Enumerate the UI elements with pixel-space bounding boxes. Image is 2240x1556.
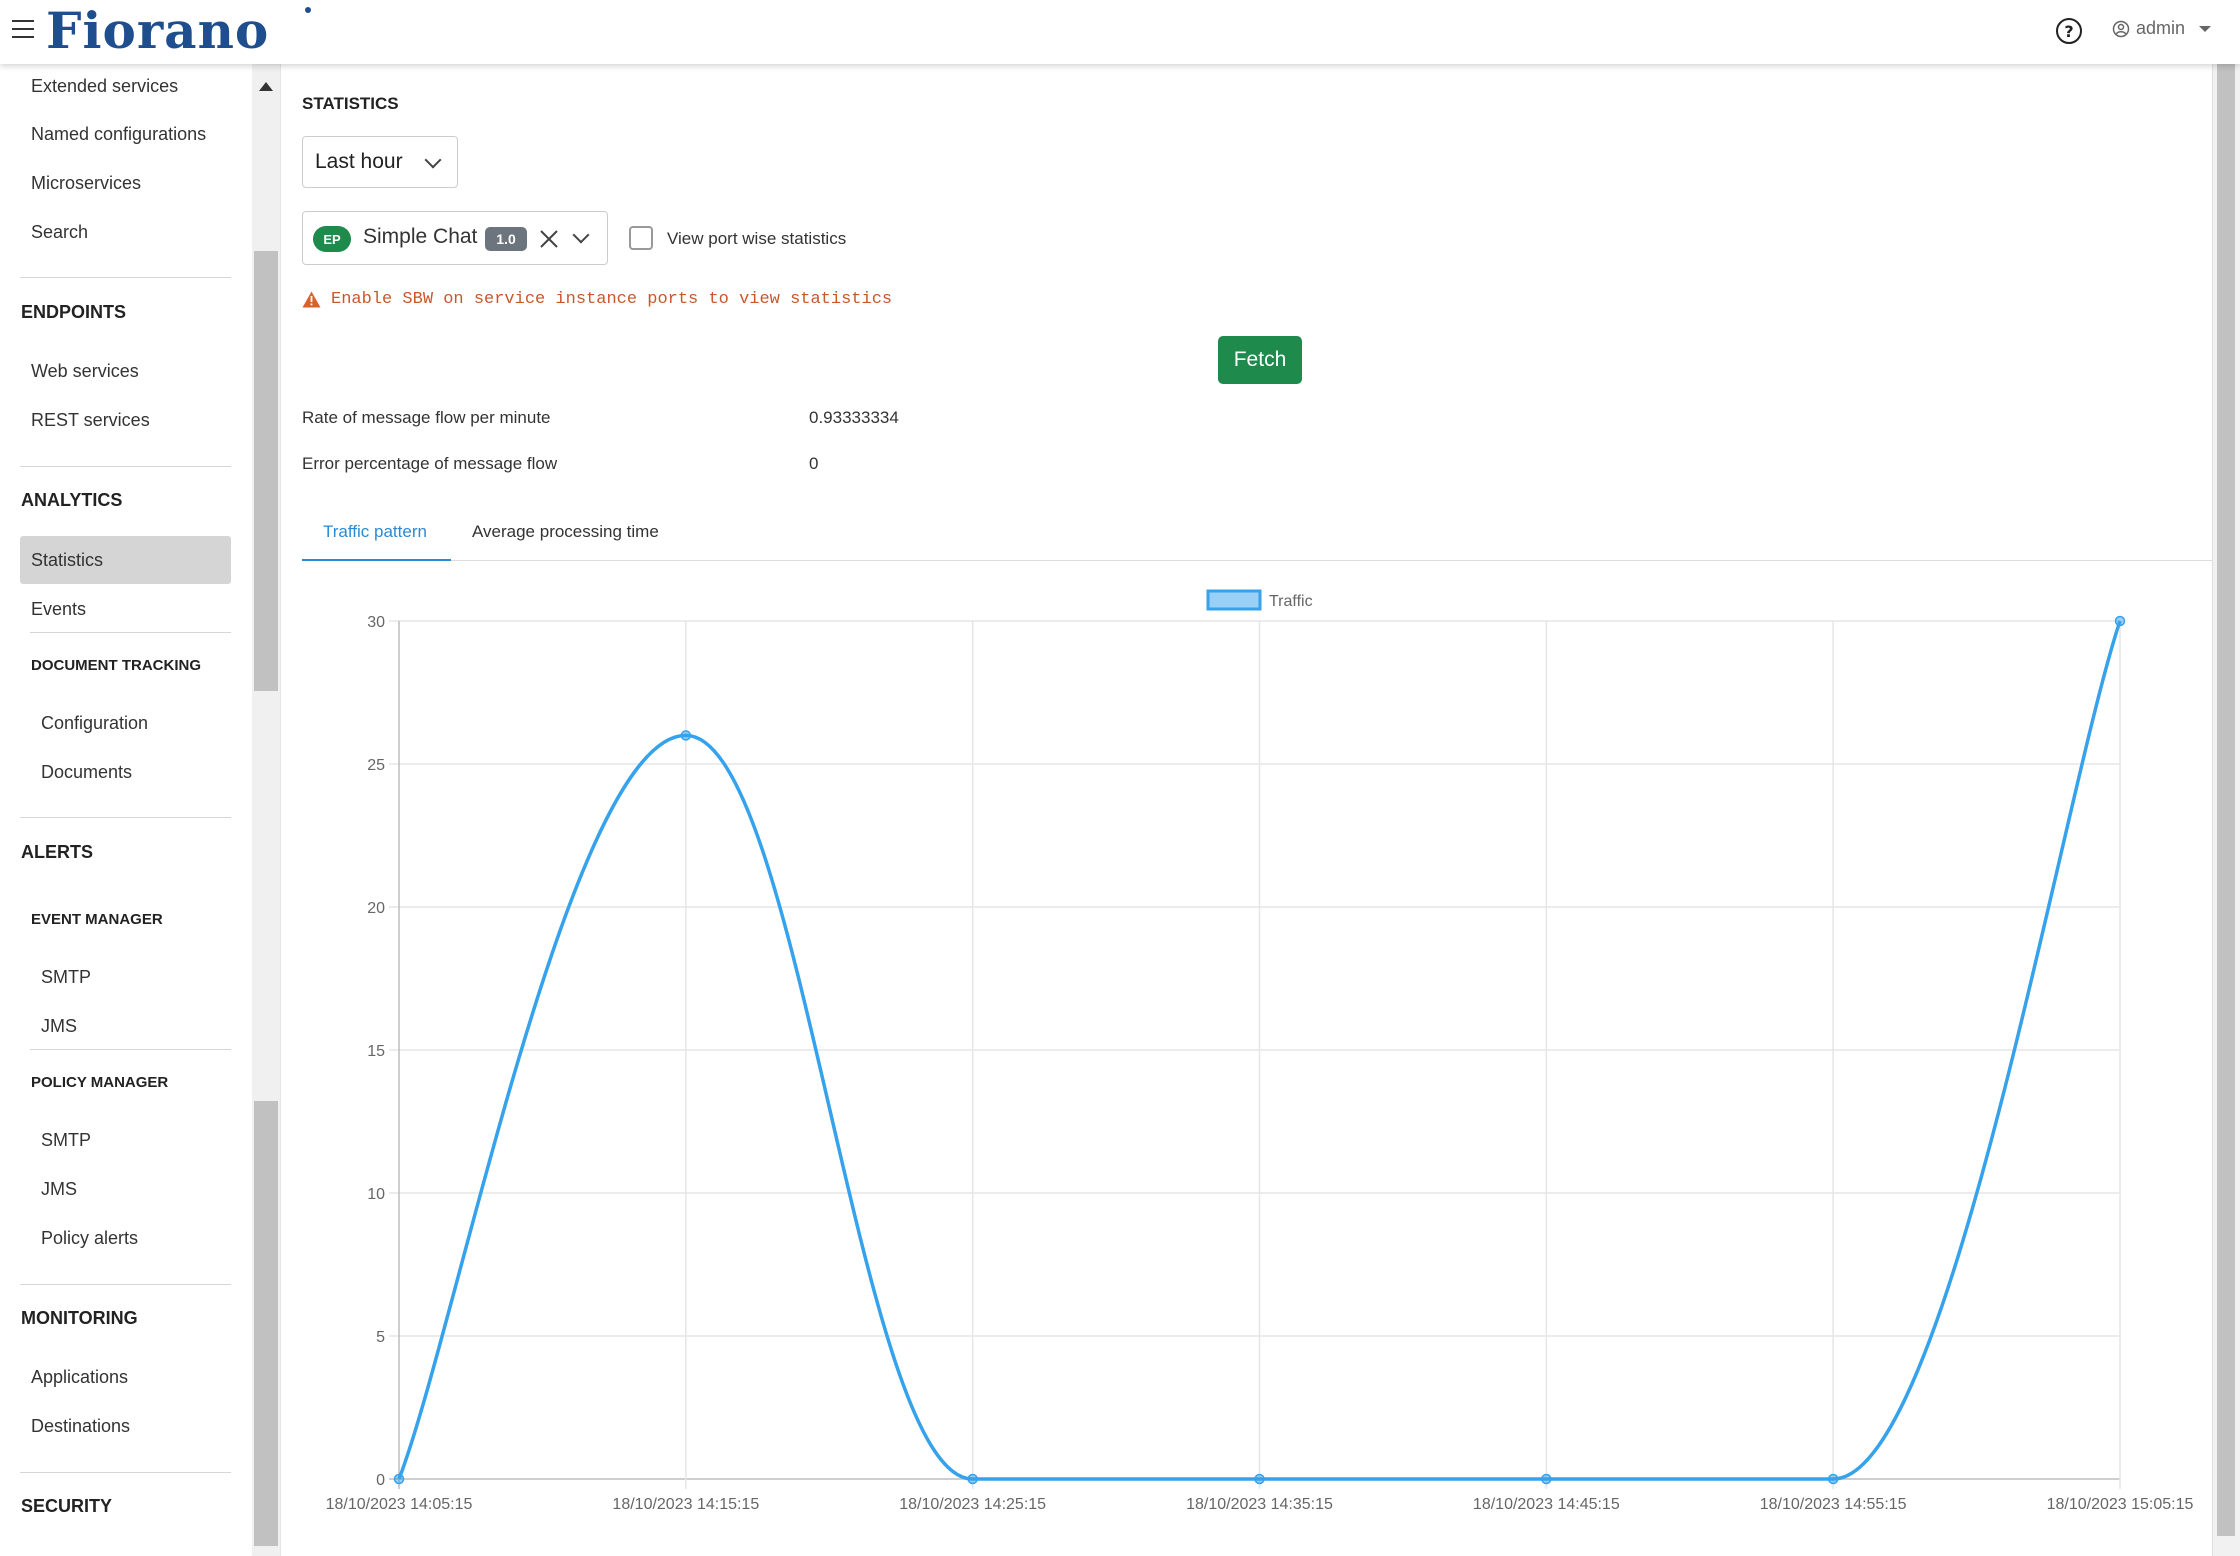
svg-text:Fiorano: Fiorano — [46, 2, 269, 58]
y-tick-label: 5 — [376, 1329, 385, 1346]
y-tick-label: 25 — [367, 757, 385, 774]
fiorano-logo: Fiorano — [46, 2, 311, 58]
page-scrollbar[interactable] — [2212, 0, 2240, 1556]
scrollbar-thumb[interactable] — [2217, 6, 2235, 1536]
user-menu[interactable]: admin — [2112, 18, 2212, 39]
data-point — [2114, 615, 2126, 627]
user-name: admin — [2136, 18, 2186, 38]
x-tick-label: 18/10/2023 14:05:15 — [326, 1496, 473, 1513]
legend-label: Traffic — [1269, 593, 1313, 610]
data-point — [393, 1473, 405, 1485]
data-point — [1827, 1473, 1839, 1485]
x-tick-label: 18/10/2023 14:35:15 — [1186, 1496, 1333, 1513]
x-tick-label: 18/10/2023 14:45:15 — [1473, 1496, 1620, 1513]
x-tick-label: 18/10/2023 15:05:15 — [2047, 1496, 2194, 1513]
y-tick-label: 0 — [376, 1472, 385, 1489]
y-tick-label: 10 — [367, 1186, 385, 1203]
x-tick-label: 18/10/2023 14:15:15 — [612, 1496, 759, 1513]
top-bar: Fiorano ? admin — [0, 0, 2240, 64]
svg-text:?: ? — [2064, 22, 2073, 41]
legend-swatch — [1206, 589, 1262, 611]
data-point — [967, 1473, 978, 1485]
user-icon — [2112, 20, 2130, 37]
x-tick-label: 18/10/2023 14:25:15 — [899, 1496, 1046, 1513]
x-tick-label: 18/10/2023 14:55:15 — [1760, 1496, 1907, 1513]
data-point — [1254, 1473, 1265, 1485]
y-tick-label: 15 — [367, 1043, 385, 1060]
y-tick-label: 30 — [367, 614, 385, 631]
data-point — [1541, 1473, 1552, 1485]
caret-down-icon — [2199, 25, 2212, 32]
traffic-chart: 0 5 10 15 20 25 30 18/10/2023 14:05:15 18/10/202… — [326, 589, 2194, 1513]
data-point — [680, 730, 692, 741]
help-icon[interactable]: ? — [2054, 16, 2084, 46]
y-tick-label: 20 — [367, 900, 385, 917]
menu-icon[interactable] — [12, 20, 34, 40]
